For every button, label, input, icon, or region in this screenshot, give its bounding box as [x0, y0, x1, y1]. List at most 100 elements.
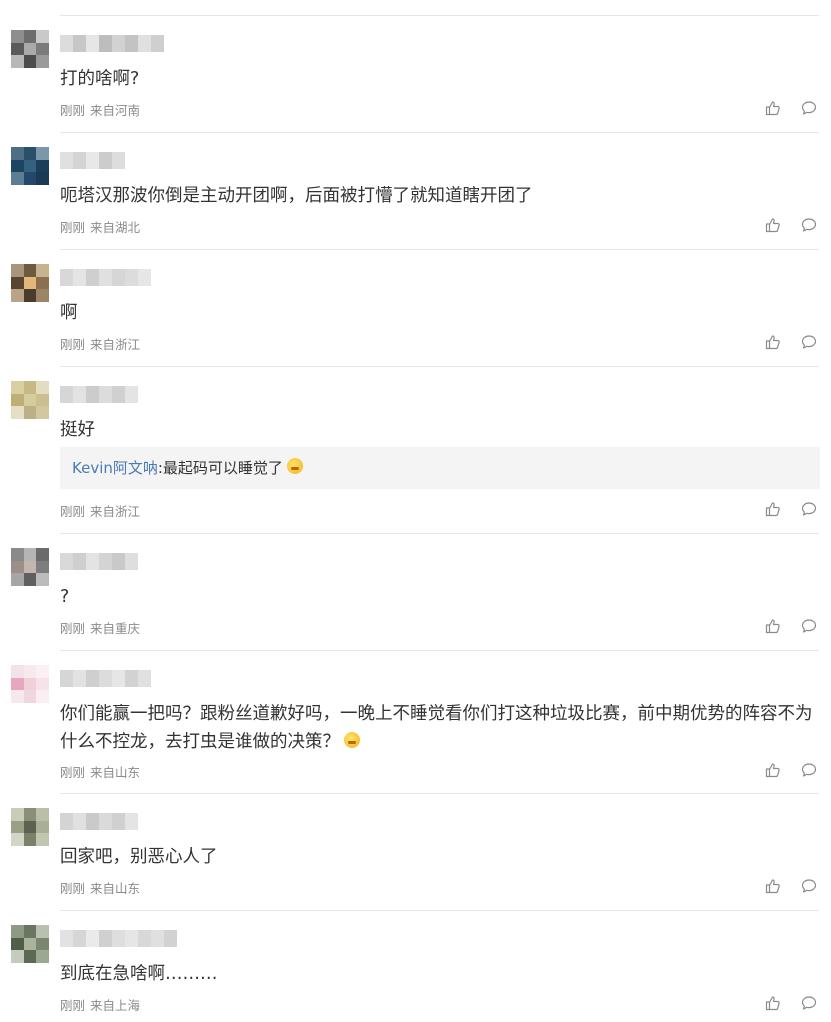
like-icon[interactable]: [765, 334, 781, 350]
avatar[interactable]: [11, 264, 49, 302]
avatar[interactable]: [11, 30, 49, 68]
avatar-pixel: [23, 289, 37, 302]
username-pixel: [164, 930, 177, 947]
username-pixel: [86, 930, 99, 947]
comment-icon[interactable]: [801, 995, 817, 1011]
avatar-pixel: [23, 950, 37, 963]
username-blurred[interactable]: [60, 930, 177, 947]
like-icon[interactable]: [765, 878, 781, 894]
avatar-pixel: [11, 406, 24, 419]
username-pixel: [99, 269, 112, 286]
avatar-pixel: [11, 264, 24, 277]
comment-icon[interactable]: [801, 762, 817, 778]
avatar-pixel: [11, 393, 24, 407]
reply-box[interactable]: Kevin阿文呐:最起码可以睡觉了: [60, 447, 820, 489]
avatar[interactable]: [11, 548, 49, 586]
comment-actions: [765, 334, 817, 350]
comment-icon[interactable]: [801, 878, 817, 894]
comment-actions: [765, 878, 817, 894]
comment-time: 刚刚: [60, 103, 86, 118]
username-pixel: [73, 813, 86, 830]
avatar[interactable]: [11, 665, 49, 703]
comment-item: 挺好 Kevin阿文呐:最起码可以睡觉了 刚刚 来自浙江: [0, 367, 831, 534]
avatar[interactable]: [11, 381, 49, 419]
comment-icon[interactable]: [801, 217, 817, 233]
username-blurred[interactable]: [60, 813, 138, 830]
avatar-pixel: [36, 381, 49, 394]
username-pixel: [151, 35, 164, 52]
avatar-pixel: [11, 937, 24, 951]
username-pixel: [138, 930, 151, 947]
reply-author[interactable]: Kevin阿文呐: [72, 459, 158, 477]
comment-icon[interactable]: [801, 334, 817, 350]
avatar-pixel: [23, 42, 37, 56]
avatar-pixel: [11, 55, 24, 68]
username-pixel: [60, 35, 73, 52]
username-pixel: [99, 35, 112, 52]
username-pixel: [86, 35, 99, 52]
username-pixel: [86, 553, 99, 570]
like-icon[interactable]: [765, 995, 781, 1011]
avatar-pixel: [23, 381, 37, 394]
comment-icon[interactable]: [801, 501, 817, 517]
comment-item: 到底在急啥啊……… 刚刚 来自上海: [0, 911, 831, 1022]
username-pixel: [112, 813, 125, 830]
username-pixel: [125, 386, 138, 403]
comment-icon[interactable]: [801, 618, 817, 634]
avatar[interactable]: [11, 925, 49, 963]
avatar-pixel: [11, 690, 24, 703]
comment-text: 啊: [60, 303, 78, 323]
username-blurred[interactable]: [60, 386, 138, 403]
username-pixel: [151, 930, 164, 947]
reply-text: :最起码可以睡觉了: [157, 459, 283, 477]
avatar-pixel: [23, 147, 37, 160]
comment-actions: [765, 100, 817, 116]
comment-time: 刚刚: [60, 621, 86, 636]
comment-time: 刚刚: [60, 504, 86, 519]
username-pixel: [125, 670, 138, 687]
like-icon[interactable]: [765, 501, 781, 517]
username-pixel: [99, 386, 112, 403]
username-blurred[interactable]: [60, 152, 125, 169]
comment-icon[interactable]: [801, 100, 817, 116]
like-icon[interactable]: [765, 100, 781, 116]
comment-meta: 刚刚 来自浙江: [60, 334, 140, 353]
username-pixel: [86, 670, 99, 687]
avatar-pixel: [11, 30, 24, 43]
like-icon[interactable]: [765, 618, 781, 634]
comment-location: 来自重庆: [90, 621, 141, 636]
comment-actions: [765, 217, 817, 233]
comment-actions: [765, 762, 817, 778]
username-pixel: [60, 152, 73, 169]
comment-meta: 刚刚 来自山东: [60, 762, 140, 781]
avatar-pixel: [36, 393, 49, 407]
like-icon[interactable]: [765, 762, 781, 778]
comment-text: 打的啥啊?: [60, 69, 140, 89]
avatar-pixel: [11, 833, 24, 846]
comment-item: 回家吧，别恶心人了 刚刚 来自山东: [0, 794, 831, 911]
avatar-pixel: [11, 289, 24, 302]
comment-actions: [765, 501, 817, 517]
avatar-pixel: [23, 937, 37, 951]
avatar[interactable]: [11, 147, 49, 185]
username-blurred[interactable]: [60, 553, 138, 570]
username-pixel: [86, 269, 99, 286]
dizzy-face-emoji-icon: [344, 732, 360, 748]
username-pixel: [73, 269, 86, 286]
username-blurred[interactable]: [60, 670, 151, 687]
comment-meta: 刚刚 来自湖北: [60, 217, 140, 236]
avatar-pixel: [36, 677, 49, 691]
comment-text: ?: [60, 587, 70, 607]
username-blurred[interactable]: [60, 35, 164, 52]
comment-location: 来自湖北: [90, 220, 141, 235]
username-pixel: [125, 269, 138, 286]
username-pixel: [138, 269, 151, 286]
avatar-pixel: [36, 808, 49, 821]
avatar[interactable]: [11, 808, 49, 846]
username-blurred[interactable]: [60, 269, 151, 286]
avatar-pixel: [23, 925, 37, 938]
username-pixel: [125, 553, 138, 570]
username-pixel: [86, 813, 99, 830]
like-icon[interactable]: [765, 217, 781, 233]
avatar-pixel: [36, 548, 49, 561]
